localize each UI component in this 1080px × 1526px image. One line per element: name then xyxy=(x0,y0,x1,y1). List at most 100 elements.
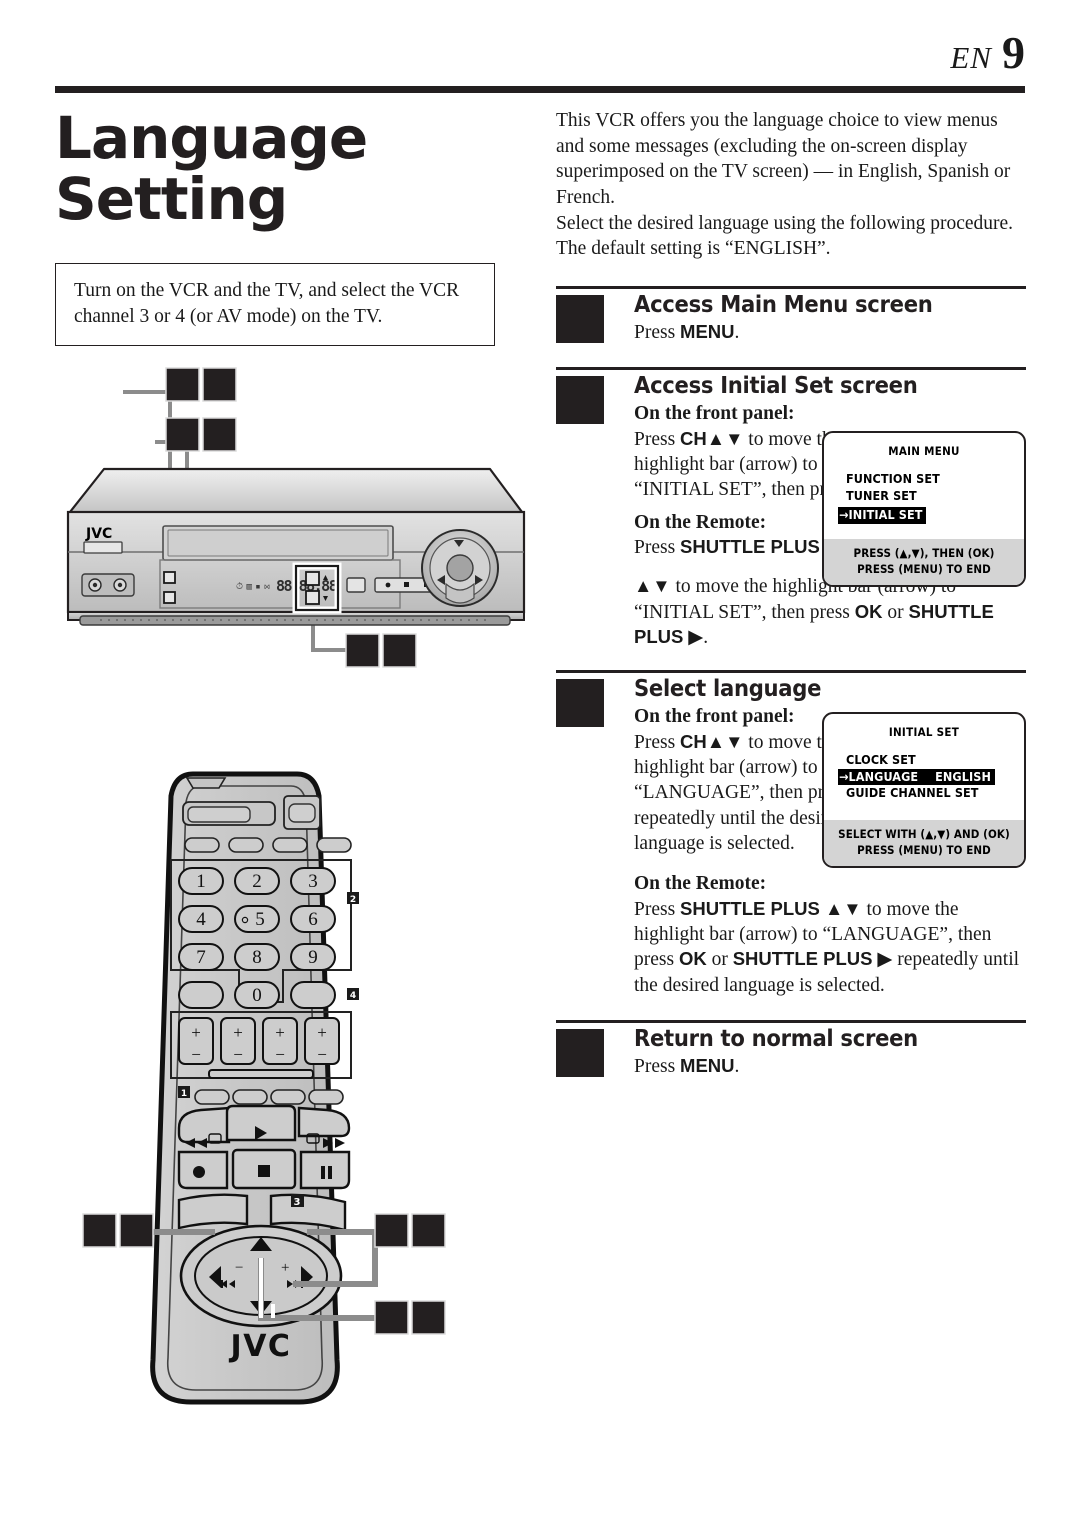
remote-diagram: 1 2 3 4 5 6 7 8 9 0 2 4 +− +− +− +− 1 3 … xyxy=(82,771,446,1405)
prerequisite-text: Turn on the VCR and the TV, and select t… xyxy=(74,279,460,327)
manual-page: EN 9 Language Setting Turn on the VCR an… xyxy=(0,0,1080,1526)
osd-selection-arrow-icon: → xyxy=(839,507,849,523)
key-name: MENU xyxy=(680,1055,735,1076)
remote-heading: On the Remote: xyxy=(634,873,767,895)
stop-button-icon xyxy=(404,582,409,587)
key-9: 9 xyxy=(290,943,336,971)
callout-box xyxy=(165,417,200,452)
svg-text:+: + xyxy=(275,1023,285,1042)
callout-box xyxy=(374,1213,409,1248)
stop-icon xyxy=(258,1165,270,1177)
svg-text:+: + xyxy=(317,1023,327,1042)
step-body-prefix: Press xyxy=(634,321,681,343)
step-title: Select language xyxy=(634,674,822,703)
key-1: 1 xyxy=(178,867,224,895)
osd-menu-item-selected[interactable]: →INITIAL SET xyxy=(838,507,926,524)
step-number-badge xyxy=(556,376,604,425)
key-6: 6 xyxy=(290,905,336,933)
fast-forward-button xyxy=(297,1106,351,1138)
dpad-plus-label: + xyxy=(281,1260,289,1276)
svg-text:−: − xyxy=(275,1045,285,1064)
step-3: Select language On the front panel: Pres… xyxy=(556,670,1026,998)
step-4: Return to normal screen Press MENU. xyxy=(556,1019,1026,1079)
remote-function-button xyxy=(270,1089,306,1105)
osd-footer-line1: PRESS (▲,▼), THEN (OK) xyxy=(853,546,995,561)
svg-text:5: 5 xyxy=(255,909,265,930)
callout-box xyxy=(202,367,237,402)
eject-button xyxy=(346,577,366,593)
left-column: Language Setting Turn on the VCR and the… xyxy=(55,100,535,347)
remote-badge-2: 2 xyxy=(347,892,359,905)
callout-box xyxy=(374,1300,409,1335)
ok-button-front xyxy=(163,591,176,604)
callout-box xyxy=(119,1213,154,1248)
svg-text:0: 0 xyxy=(252,985,262,1006)
remote-function-button xyxy=(194,1089,230,1105)
callout-box-group-bottom xyxy=(345,633,417,668)
step-1: Access Main Menu screen Press MENU. xyxy=(556,285,1026,345)
osd-footer-line2: PRESS (MENU) TO END xyxy=(857,561,991,576)
intro-paragraph-2: Select the desired language using the fo… xyxy=(556,212,1014,260)
step-body: Press MENU. xyxy=(634,1055,740,1077)
page-title-line2: Setting xyxy=(55,165,288,234)
record-button-icon xyxy=(385,582,391,588)
remote-brand-label: JVC xyxy=(229,1329,292,1364)
key-7: 7 xyxy=(178,943,224,971)
page-number: 9 xyxy=(1002,27,1025,78)
callout-box xyxy=(165,367,200,402)
remote-function-button xyxy=(184,837,220,853)
osd-footer-line2: PRESS (MENU) TO END xyxy=(857,842,991,857)
svg-text:3: 3 xyxy=(294,1197,301,1208)
svg-text:+: + xyxy=(233,1023,243,1042)
remote-function-button xyxy=(316,837,352,853)
key-right-blank xyxy=(290,981,336,1009)
svg-text:2: 2 xyxy=(252,871,262,892)
osd-selected-label: LANGUAGE xyxy=(848,768,919,784)
remote-badge-1: 1 xyxy=(178,1086,190,1099)
step-body-remote: On the Remote: Press SHUTTLE PLUS ▲▼ to … xyxy=(634,871,1026,998)
page-title-line1: Language xyxy=(55,104,368,172)
right-column: This VCR offers you the language choice … xyxy=(556,108,1026,1079)
svg-text:4: 4 xyxy=(196,909,206,930)
osd-main-menu: MAIN MENU FUNCTION SET TUNER SET →INITIA… xyxy=(822,431,1026,588)
remote-callout-right-upper xyxy=(374,1213,446,1248)
osd-title: MAIN MENU xyxy=(888,444,960,459)
remote-control-illustration: 1 2 3 4 5 6 7 8 9 0 2 4 + − + − + − + − … xyxy=(75,760,505,1440)
remote-function-button xyxy=(272,837,308,853)
osd-menu-item[interactable]: CLOCK SET xyxy=(846,752,1024,769)
remote-callout-right-lower xyxy=(374,1300,446,1335)
remote-function-button xyxy=(228,837,264,853)
osd-menu-item[interactable]: TUNER SET xyxy=(846,488,1024,505)
svg-text:1: 1 xyxy=(181,1089,187,1099)
vcr-diagram: JVC ⏱ ▥ ▪ ⋈ 88:88:88 xyxy=(66,367,526,668)
svg-text:1: 1 xyxy=(196,871,206,892)
record-icon xyxy=(193,1166,205,1178)
arrow-glyphs: ▲▼ xyxy=(706,730,744,752)
step-body-suffix: . xyxy=(734,321,740,343)
callout-box xyxy=(82,1213,117,1248)
callout-box xyxy=(345,633,380,668)
callout-box xyxy=(202,417,237,452)
vcr-brand-label: JVC xyxy=(85,526,112,542)
key-left-blank xyxy=(178,981,224,1009)
svg-text:2: 2 xyxy=(350,895,356,905)
osd-selection-arrow-icon: → xyxy=(839,768,849,784)
key-8: 8 xyxy=(234,943,280,971)
svg-text:6: 6 xyxy=(308,909,318,930)
step-divider xyxy=(556,367,1026,371)
front-panel-heading: On the front panel: xyxy=(634,403,795,425)
ch-down-button xyxy=(305,590,320,605)
remote-badge-4: 4 xyxy=(347,988,359,1001)
arrow-glyphs: ▲▼ xyxy=(819,897,862,919)
osd-menu-item[interactable]: GUIDE CHANNEL SET xyxy=(846,785,1024,802)
osd-menu-item[interactable]: FUNCTION SET xyxy=(846,471,1024,488)
step-2: Access Initial Set screen On the front p… xyxy=(556,367,1026,650)
svg-text:+: + xyxy=(191,1023,201,1042)
prerequisite-box: Turn on the VCR and the TV, and select t… xyxy=(55,262,495,347)
menu-button-front xyxy=(163,571,176,584)
osd-title: INITIAL SET xyxy=(888,725,960,740)
callout-box xyxy=(382,633,417,668)
callout-box xyxy=(411,1213,446,1248)
osd-selected-value: ENGLISH xyxy=(935,768,991,784)
osd-menu-item-selected[interactable]: →LANGUAGE ENGLISH xyxy=(838,768,995,786)
